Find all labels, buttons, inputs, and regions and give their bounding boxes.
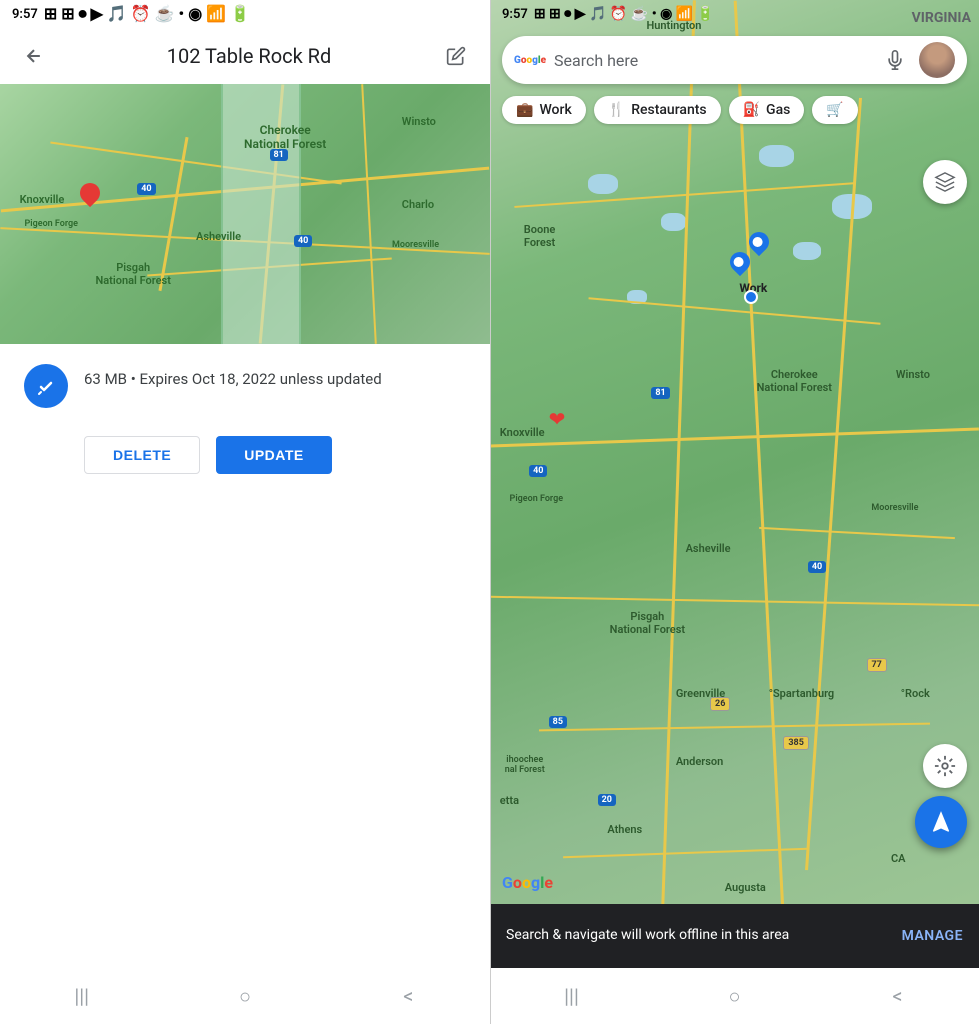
search-input[interactable]: Search here (554, 51, 871, 70)
status-icons-left: ⊞ ⊞ ⏺ ▶ 🎵 ⏰ ☕ • ◉ 📶 🔋 (44, 4, 250, 24)
page-title: 102 Table Rock Rd (60, 44, 438, 68)
layers-button[interactable] (923, 160, 967, 204)
download-info: 63 MB • Expires Oct 18, 2022 unless upda… (84, 364, 382, 391)
navigation-fab[interactable] (915, 796, 967, 848)
google-logo: Google (514, 44, 546, 76)
check-circle-icon (24, 364, 68, 408)
map-area[interactable]: 81 40 40 85 20 26 385 77 Huntington Boon… (490, 0, 979, 968)
action-buttons: DELETE UPDATE (0, 428, 490, 498)
panel-divider (490, 0, 491, 1024)
gas-icon: ⛽ (743, 102, 760, 118)
recents-button-left[interactable]: ||| (64, 978, 100, 1014)
search-bar[interactable]: Google Search here (502, 36, 967, 84)
manage-button[interactable]: MANAGE (902, 928, 963, 944)
location-button[interactable] (923, 744, 967, 788)
home-button-right[interactable]: ○ (717, 978, 753, 1014)
back-button[interactable] (16, 38, 52, 74)
map-thumbnail: 40 81 40 CherokeeNational Forest Knoxvil… (0, 84, 490, 344)
chip-work-label: Work (539, 102, 571, 118)
home-button-left[interactable]: ○ (227, 978, 263, 1014)
status-bar-left: 9:57 ⊞ ⊞ ⏺ ▶ 🎵 ⏰ ☕ • ◉ 📶 🔋 (0, 0, 490, 28)
nav-bar-right: ||| ○ < (490, 968, 979, 1024)
edit-button[interactable] (438, 38, 474, 74)
offline-message: Search & navigate will work offline in t… (506, 926, 789, 946)
shopping-icon: 🛒 (826, 102, 843, 118)
chip-restaurants-label: Restaurants (631, 102, 706, 118)
delete-button[interactable]: DELETE (84, 436, 200, 474)
filter-chips: 💼 Work 🍴 Restaurants ⛽ Gas 🛒 (490, 88, 979, 132)
mic-icon[interactable] (879, 44, 911, 76)
user-avatar[interactable] (919, 42, 955, 78)
chip-work[interactable]: 💼 Work (502, 96, 586, 124)
left-panel: 9:57 ⊞ ⊞ ⏺ ▶ 🎵 ⏰ ☕ • ◉ 📶 🔋 102 Table Roc… (0, 0, 490, 1024)
status-bar-right: 9:57 ⊞ ⊞ ⏺ ▶ 🎵 ⏰ ☕ • ◉ 📶 🔋 (490, 0, 979, 28)
work-icon: 💼 (516, 102, 533, 118)
info-section: 63 MB • Expires Oct 18, 2022 unless upda… (0, 344, 490, 428)
offline-banner: Search & navigate will work offline in t… (490, 904, 979, 968)
chip-restaurants[interactable]: 🍴 Restaurants (594, 96, 721, 124)
chip-gas[interactable]: ⛽ Gas (729, 96, 805, 124)
right-panel: 81 40 40 85 20 26 385 77 Huntington Boon… (490, 0, 979, 1024)
time-left: 9:57 (12, 7, 38, 22)
google-watermark: Google (502, 873, 553, 892)
update-button[interactable]: UPDATE (216, 436, 332, 474)
time-right: 9:57 (502, 7, 528, 22)
back-nav-button-right[interactable]: < (880, 978, 916, 1014)
nav-bar-left: ||| ○ < (0, 968, 490, 1024)
chip-gas-label: Gas (766, 102, 790, 118)
back-nav-button-left[interactable]: < (390, 978, 426, 1014)
chip-shopping[interactable]: 🛒 (812, 96, 857, 124)
recents-button-right[interactable]: ||| (554, 978, 590, 1014)
header-left: 102 Table Rock Rd (0, 28, 490, 84)
search-bar-container: Google Search here (490, 28, 979, 92)
restaurants-icon: 🍴 (608, 102, 625, 118)
